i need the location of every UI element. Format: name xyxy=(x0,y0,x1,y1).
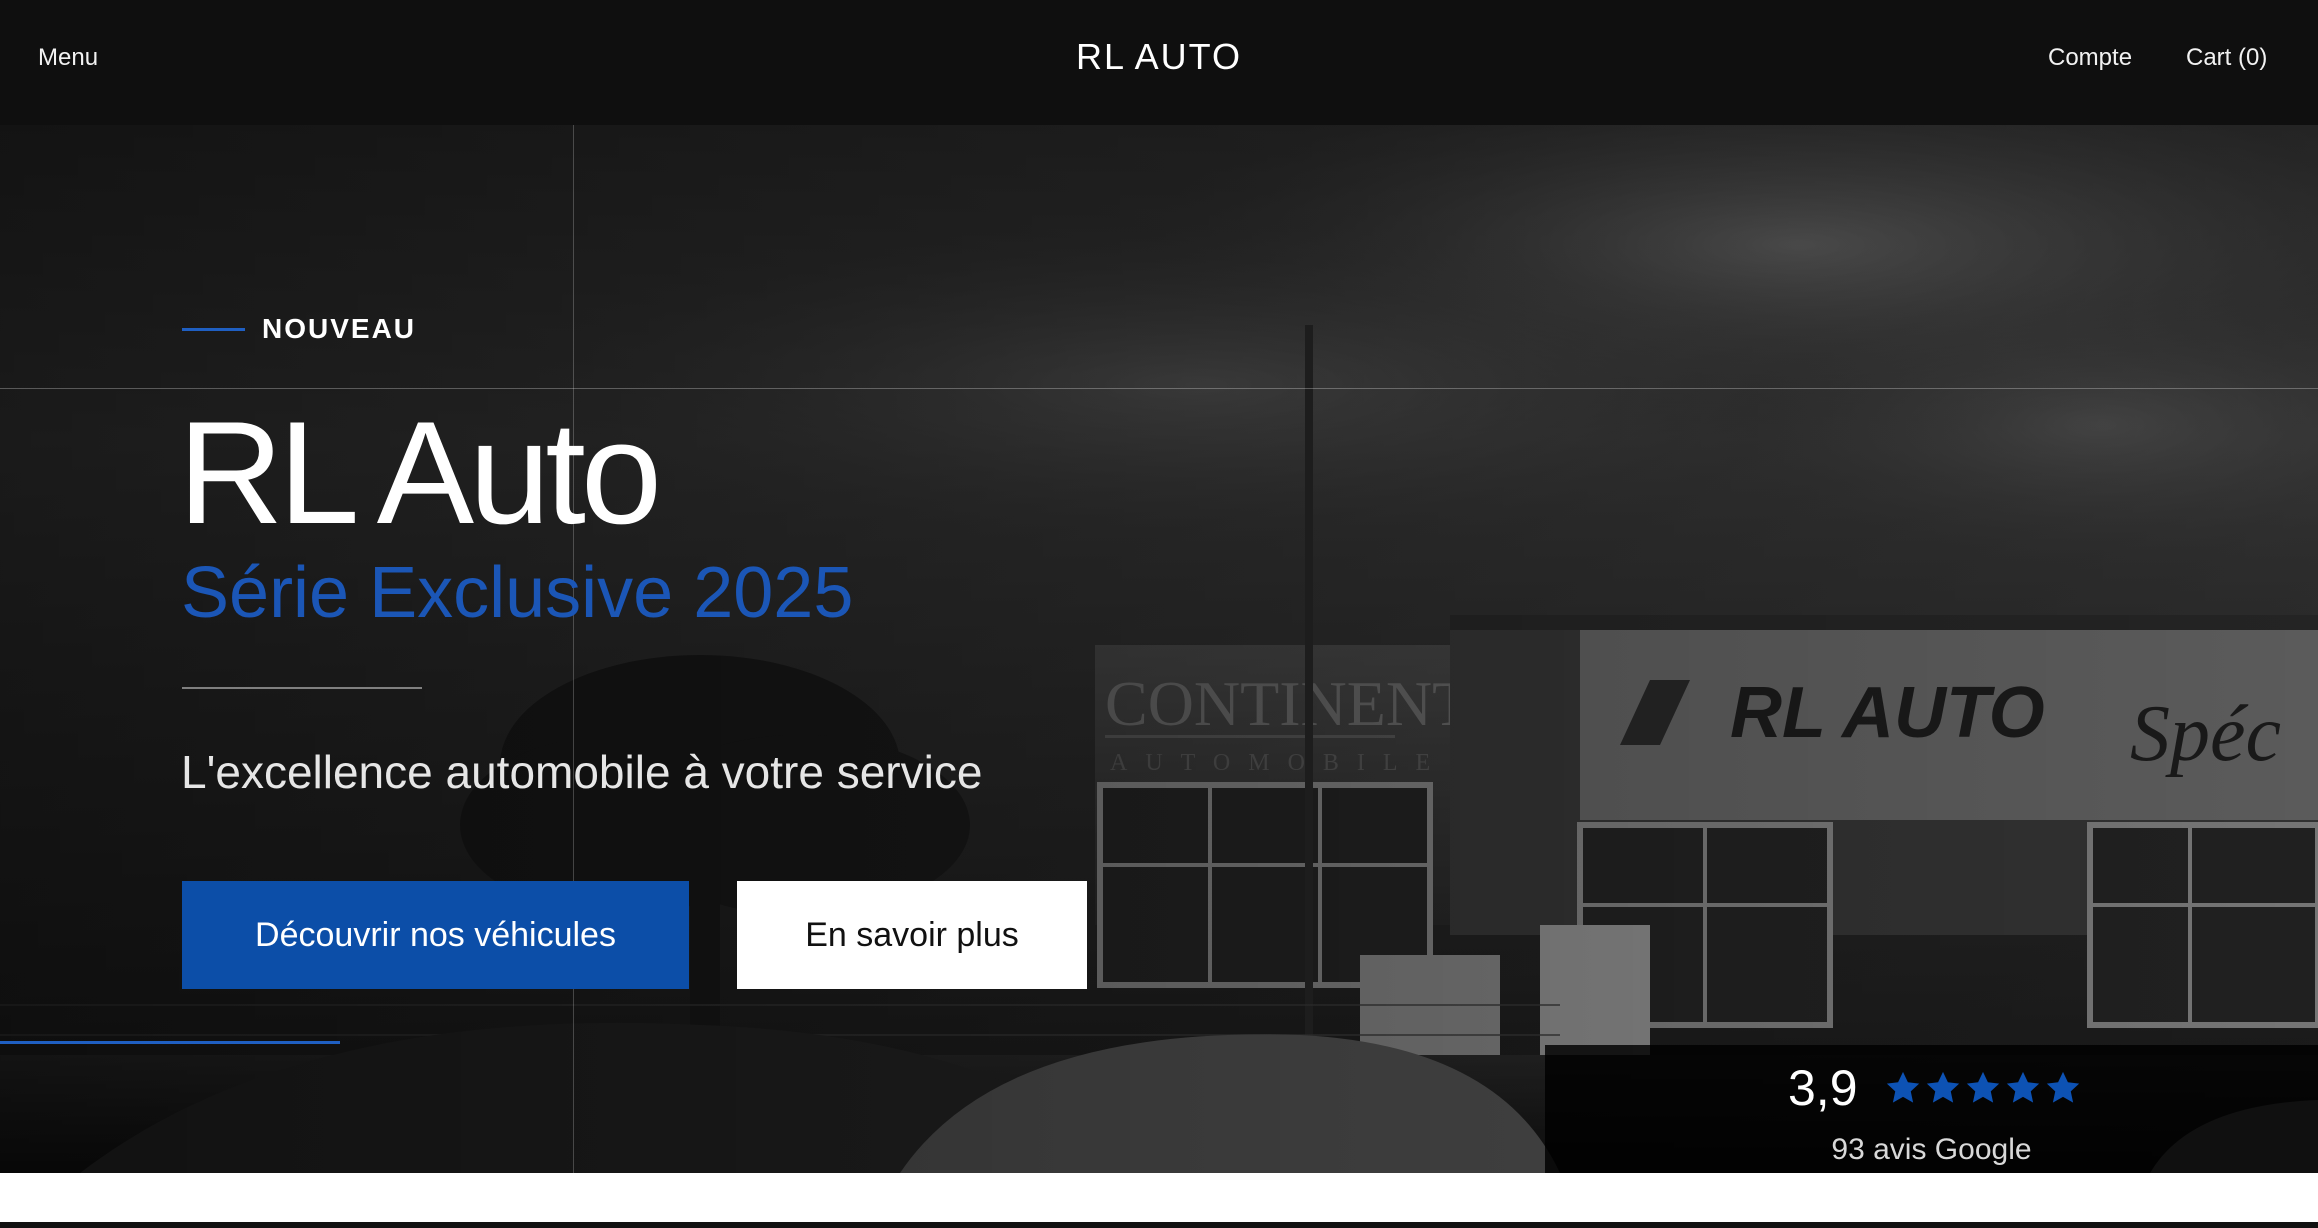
learn-more-button[interactable]: En savoir plus xyxy=(737,881,1087,989)
cart-link[interactable]: Cart (0) xyxy=(2186,44,2267,72)
account-link[interactable]: Compte xyxy=(2048,44,2132,72)
star-icon xyxy=(1886,1071,1919,1103)
rating-score: 3,9 xyxy=(1788,1060,1858,1116)
google-rating-badge[interactable]: 3,9 93 avis Google xyxy=(1545,1045,2318,1173)
star-icon xyxy=(1926,1071,1959,1103)
rating-row: 3,9 xyxy=(1788,1059,2084,1117)
rating-count: 93 avis Google xyxy=(1831,1133,2032,1166)
site-header: Menu RL AUTO Compte Cart (0) xyxy=(0,0,2318,125)
eyebrow-label: NOUVEAU xyxy=(262,313,417,344)
grid-line-horizontal xyxy=(0,388,2318,389)
brand-logo[interactable]: RL AUTO xyxy=(0,36,2318,78)
hero-eyebrow: NOUVEAU xyxy=(182,313,416,345)
hero-overlay xyxy=(0,125,2318,1173)
star-icon xyxy=(2046,1071,2079,1103)
eyebrow-accent-line xyxy=(182,327,245,331)
slide-progress-bar xyxy=(0,1041,340,1044)
star-icon xyxy=(1966,1071,1999,1103)
hero-divider xyxy=(182,687,422,689)
hero-section: CONTINENTAL AUTOMOBILE RL AUTO Spéc xyxy=(0,125,2318,1173)
hero-title: RL Auto xyxy=(178,391,662,554)
discover-vehicles-button[interactable]: Découvrir nos véhicules xyxy=(182,881,689,989)
hero-subtitle: Série Exclusive 2025 xyxy=(181,553,854,633)
hero-tagline: L'excellence automobile à votre service xyxy=(181,746,983,798)
page-bottom-edge xyxy=(0,1222,2318,1228)
grid-line-vertical xyxy=(573,125,574,1173)
star-icon xyxy=(2006,1071,2039,1103)
rating-stars xyxy=(1884,1069,2084,1107)
